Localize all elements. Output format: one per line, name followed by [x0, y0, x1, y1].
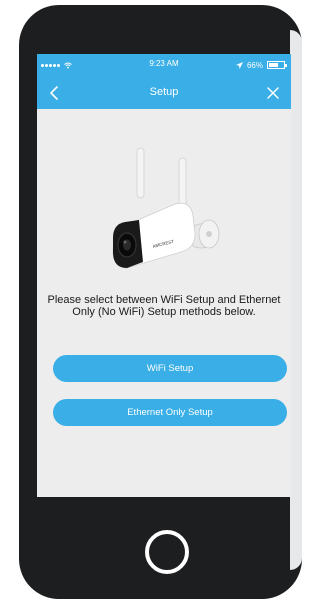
battery-tip: [285, 64, 287, 67]
page-title: Setup: [149, 86, 179, 98]
status-bar: 9:23 AM 66%: [37, 54, 291, 76]
close-icon: [267, 87, 279, 99]
app-screen: 9:23 AM 66% Setup AMCREST Please select …: [37, 54, 291, 497]
battery-fill: [269, 63, 279, 67]
location-arrow-icon: [235, 61, 243, 69]
navigation-bar: Setup: [37, 76, 291, 109]
security-camera-illustration: AMCREST: [112, 147, 220, 269]
ethernet-only-setup-button[interactable]: Ethernet Only Setup: [53, 399, 287, 426]
antenna-left: [136, 147, 145, 199]
status-right: 66%: [235, 54, 287, 76]
home-button[interactable]: [145, 530, 189, 574]
battery-icon: [267, 61, 287, 69]
battery-percent: 66%: [246, 60, 263, 70]
wifi-setup-button[interactable]: WiFi Setup: [53, 355, 287, 382]
phone-edge: [290, 30, 302, 570]
close-button[interactable]: [263, 83, 283, 103]
setup-instructions: Please select between WiFi Setup and Eth…: [47, 294, 281, 318]
